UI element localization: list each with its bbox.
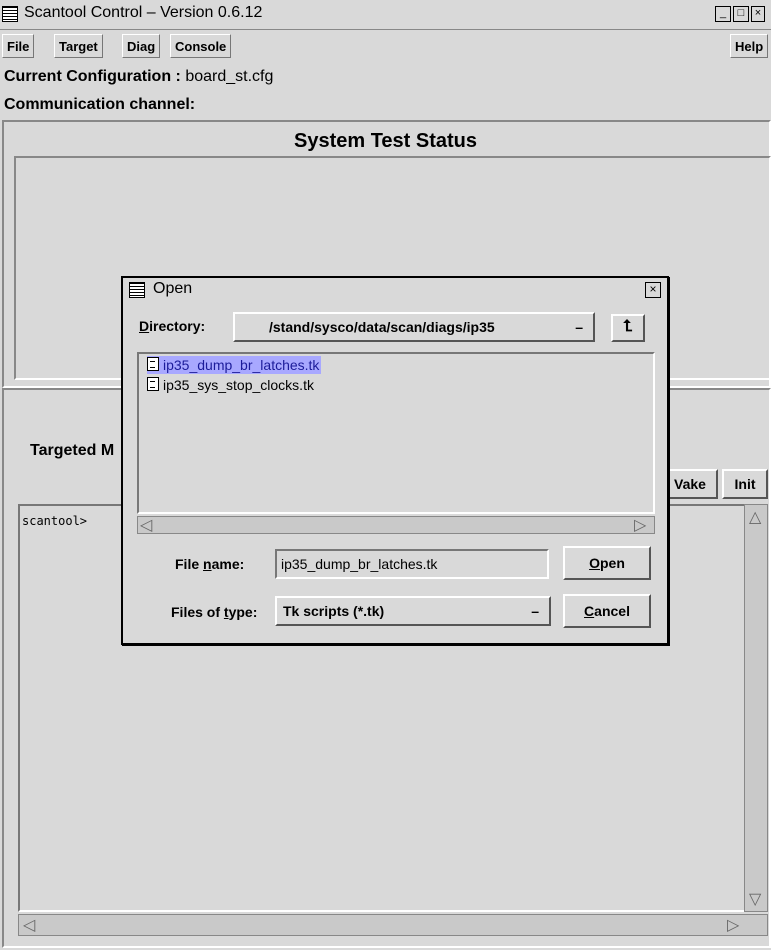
init-button[interactable]: Init (722, 469, 768, 499)
menu-target[interactable]: Target (54, 34, 103, 58)
menu-diag[interactable]: Diag (122, 34, 161, 58)
cancel-button[interactable]: Cancel (563, 594, 651, 628)
file-list-item[interactable]: ip35_dump_br_latches.tk (147, 356, 322, 374)
cancel-button-label: ancel (594, 603, 630, 619)
file-name-label-accel: n (203, 556, 212, 572)
window-titlebar: Scantool Control – Version 0.6.12 _ □ × (0, 0, 771, 30)
wake-button[interactable]: Vake (662, 469, 718, 499)
menubar: File Target Diag Console Help (0, 32, 771, 60)
dropdown-indicator-icon: – (531, 603, 539, 619)
config-label: Current Configuration : (4, 68, 181, 85)
directory-label-text: irectory: (149, 318, 206, 334)
directory-label-accel: D (139, 318, 150, 334)
file-name: ip35_sys_stop_clocks.tk (163, 377, 314, 393)
targeted-label: Targeted M (30, 442, 115, 459)
file-name-label-pre: File (175, 556, 204, 572)
console-vertical-scrollbar[interactable]: △ ▽ (744, 504, 768, 912)
file-list[interactable]: ip35_dump_br_latches.tk ip35_sys_stop_cl… (137, 352, 655, 514)
files-of-type-label: Files of type: (171, 604, 257, 620)
maximize-icon[interactable]: □ (733, 6, 749, 22)
parent-directory-icon[interactable]: ⮤ (611, 314, 645, 342)
scroll-up-icon[interactable]: △ (749, 507, 761, 527)
open-button[interactable]: Open (563, 546, 651, 580)
menu-file[interactable]: File (2, 34, 35, 58)
file-icon (147, 377, 159, 391)
scroll-left-icon[interactable]: ◁ (23, 915, 35, 935)
console-horizontal-scrollbar[interactable]: ◁ ▷ (18, 914, 768, 936)
directory-label: Directory: (139, 318, 205, 334)
file-list-item[interactable]: ip35_sys_stop_clocks.tk (147, 376, 316, 394)
open-button-accel: O (589, 555, 600, 571)
cancel-button-accel: C (584, 603, 595, 619)
scroll-down-icon[interactable]: ▽ (749, 889, 761, 909)
dialog-title: Open (153, 280, 193, 297)
config-value: board_st.cfg (185, 68, 274, 85)
window-title: Scantool Control – Version 0.6.12 (24, 4, 263, 21)
open-button-label: pen (600, 555, 625, 571)
dialog-titlebar: Open × (123, 278, 667, 302)
directory-value: /stand/sysco/data/scan/diags/ip35 (269, 319, 495, 335)
scroll-right-icon[interactable]: ▷ (634, 515, 646, 535)
file-list-hscrollbar[interactable]: ◁ ▷ (137, 516, 655, 534)
files-of-type-value: Tk scripts (*.tk) (283, 603, 385, 619)
console-prompt: scantool> (22, 514, 88, 528)
system-test-status-title: System Test Status (293, 130, 478, 152)
files-of-type-label-pre: Files of (171, 604, 224, 620)
file-name-input[interactable]: ip35_dump_br_latches.tk (275, 549, 549, 579)
files-of-type-label-post: ype: (228, 604, 258, 620)
file-name: ip35_dump_br_latches.tk (163, 357, 320, 373)
menu-help[interactable]: Help (730, 34, 769, 58)
communication-channel-label: Communication channel: (4, 96, 196, 113)
scroll-left-icon[interactable]: ◁ (140, 515, 152, 535)
menu-console[interactable]: Console (170, 34, 232, 58)
close-icon[interactable]: × (751, 6, 765, 22)
directory-dropdown[interactable]: /stand/sysco/data/scan/diags/ip35 – (233, 312, 595, 342)
window-menu-icon[interactable] (2, 6, 18, 22)
current-configuration: Current Configuration : board_st.cfg (4, 68, 273, 86)
minimize-icon[interactable]: _ (715, 6, 731, 22)
open-dialog: Open × Directory: /stand/sysco/data/scan… (121, 276, 669, 645)
file-name-label-post: ame: (211, 556, 245, 572)
dropdown-indicator-icon: – (575, 319, 583, 335)
file-name-label: File name: (175, 556, 244, 572)
dialog-menu-icon[interactable] (129, 282, 145, 298)
scroll-right-icon[interactable]: ▷ (727, 915, 739, 935)
dialog-close-icon[interactable]: × (645, 282, 661, 298)
files-of-type-dropdown[interactable]: Tk scripts (*.tk) – (275, 596, 551, 626)
file-icon (147, 357, 159, 371)
